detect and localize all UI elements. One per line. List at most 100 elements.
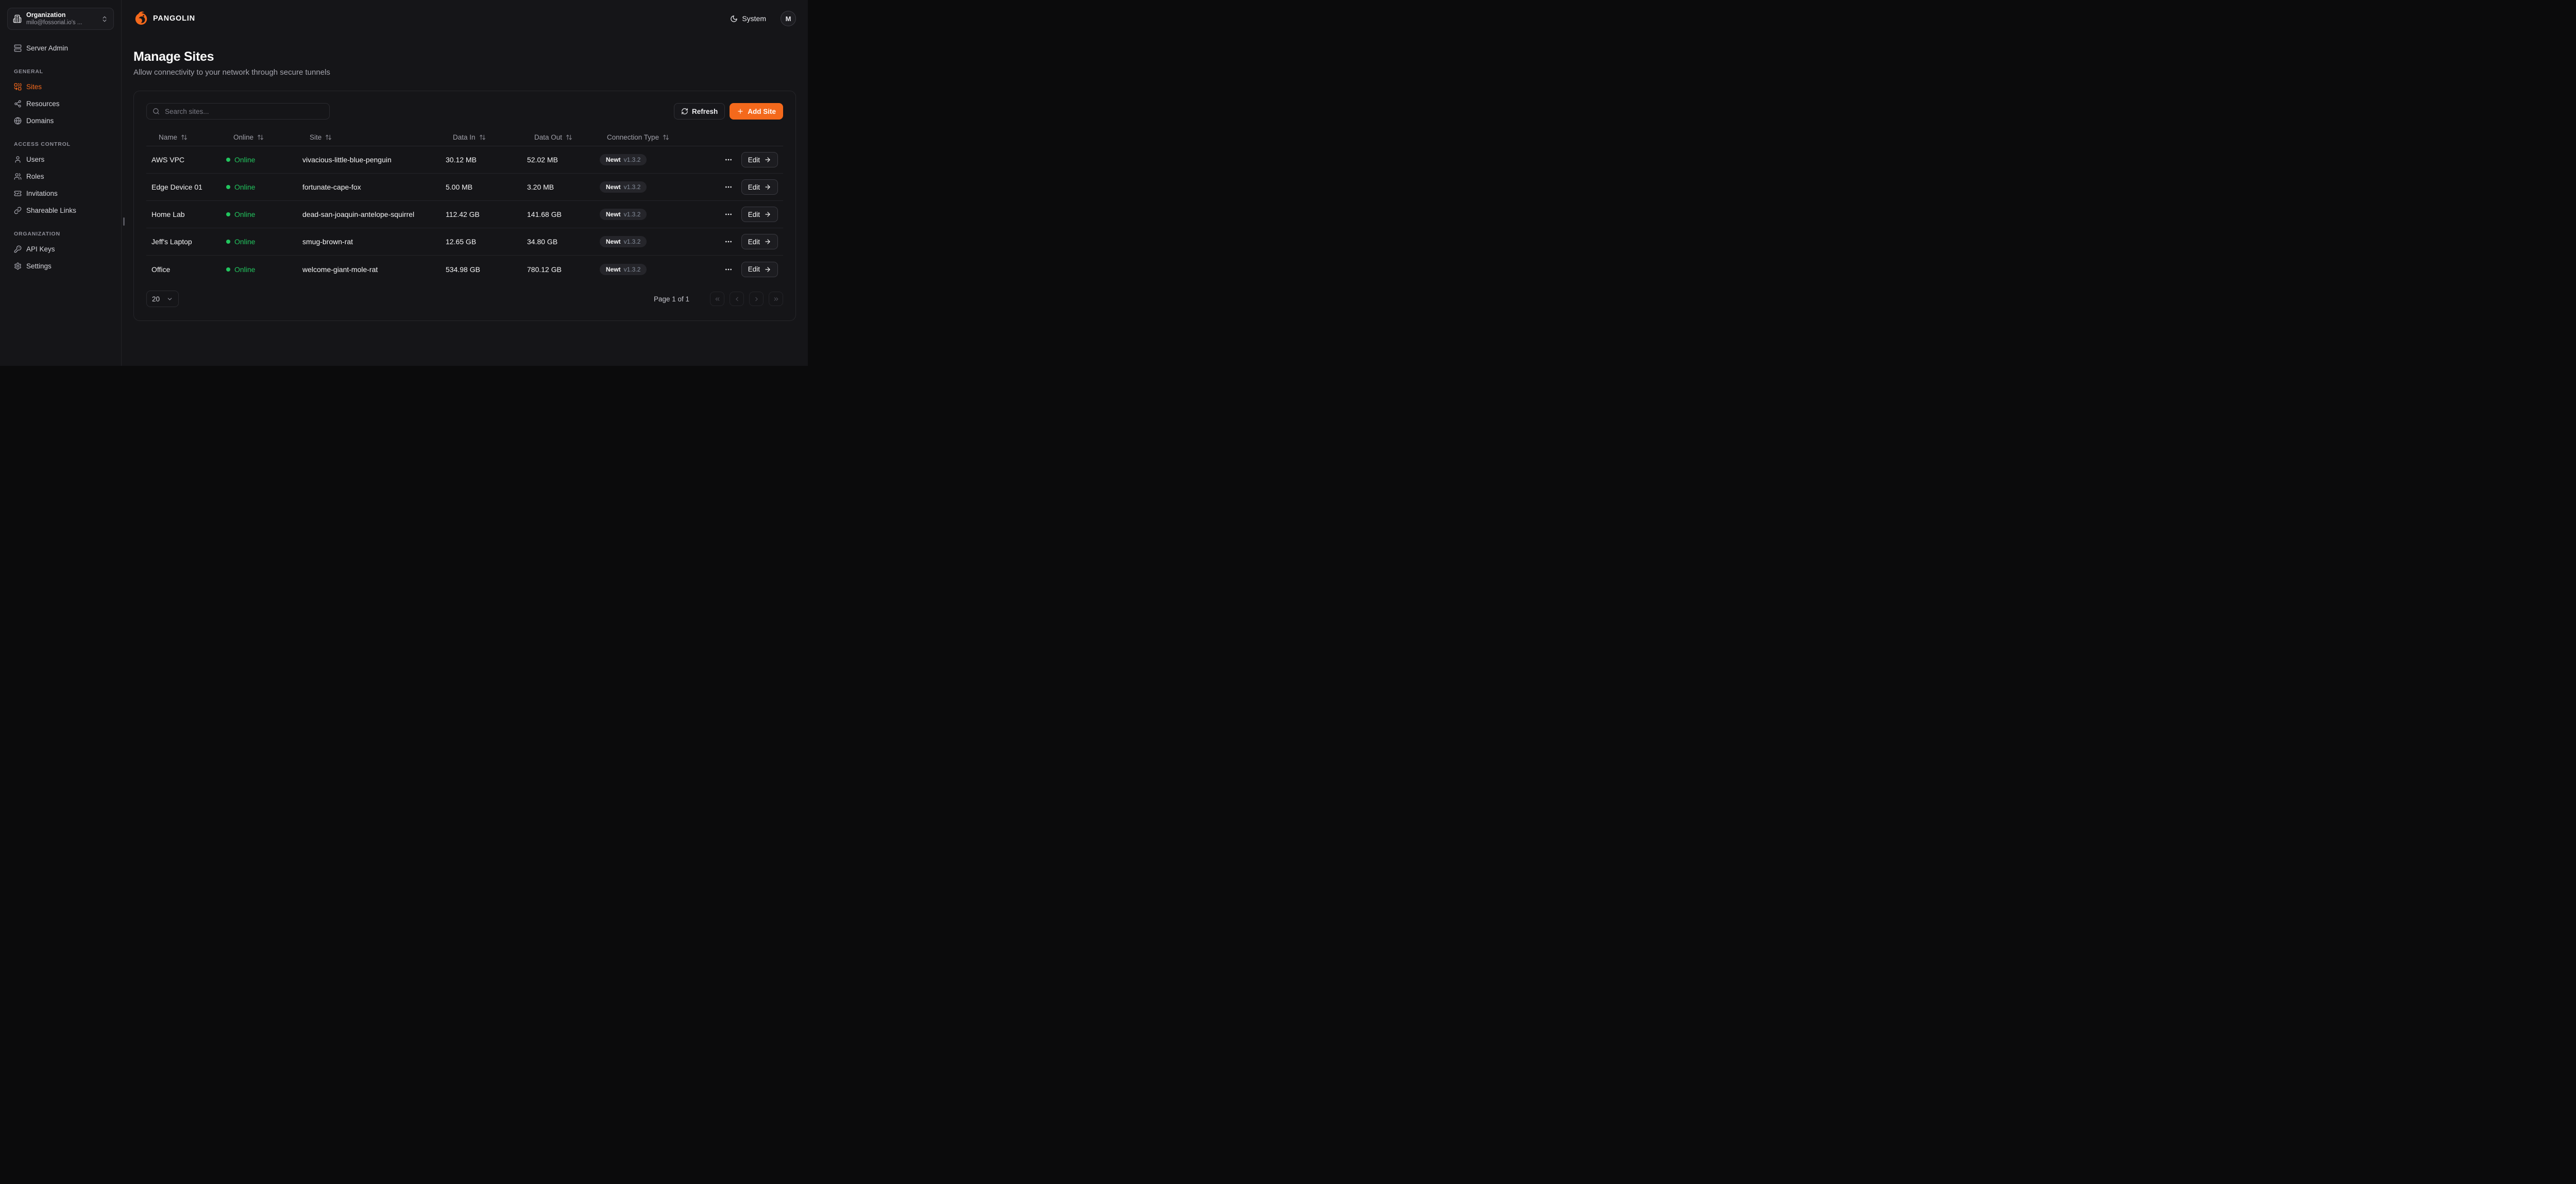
- site-name-cell: Office: [151, 265, 226, 274]
- ellipsis-icon: [724, 210, 733, 218]
- organization-label: Organization: [26, 11, 96, 20]
- sites-table: Name Online Site Data In Data Out Connec…: [146, 129, 783, 283]
- building-icon: [13, 14, 22, 23]
- site-tunnel-cell: welcome-giant-mole-rat: [302, 265, 446, 274]
- connection-type-label: Newt: [606, 266, 621, 273]
- data-in-cell: 30.12 MB: [446, 156, 527, 164]
- site-tunnel-cell: smug-brown-rat: [302, 238, 446, 246]
- edit-button[interactable]: Edit: [741, 207, 778, 222]
- column-header-data-out[interactable]: Data Out: [527, 133, 600, 141]
- topbar: PANGOLIN System M: [133, 0, 796, 37]
- avatar[interactable]: M: [781, 11, 796, 26]
- connection-type-label: Newt: [606, 156, 621, 163]
- row-menu-button[interactable]: [723, 236, 734, 247]
- combine-icon: [14, 83, 22, 91]
- connection-version-label: v1.3.2: [624, 238, 641, 245]
- data-in-cell: 112.42 GB: [446, 210, 527, 218]
- data-out-cell: 3.20 MB: [527, 183, 600, 191]
- online-status-dot: [226, 185, 230, 189]
- chevrons-up-down-icon: [101, 15, 108, 23]
- online-status-label: Online: [234, 265, 255, 274]
- refresh-icon: [681, 108, 688, 115]
- site-name-cell: AWS VPC: [151, 156, 226, 164]
- connection-type-cell: Newt v1.3.2: [600, 154, 723, 165]
- edit-button[interactable]: Edit: [741, 234, 778, 249]
- sidebar-item-shareable-links[interactable]: Shareable Links: [7, 202, 114, 219]
- data-out-cell: 780.12 GB: [527, 265, 600, 274]
- sidebar-item-sites[interactable]: Sites: [7, 78, 114, 95]
- data-out-cell: 141.68 GB: [527, 210, 600, 218]
- connection-type-label: Newt: [606, 211, 621, 218]
- column-header-name[interactable]: Name: [151, 133, 226, 141]
- sidebar-item-roles[interactable]: Roles: [7, 168, 114, 185]
- sidebar-item-api-keys[interactable]: API Keys: [7, 241, 114, 258]
- online-status-label: Online: [234, 238, 255, 246]
- row-menu-button[interactable]: [723, 209, 734, 219]
- page-info: Page 1 of 1: [654, 295, 689, 303]
- sidebar-item-settings[interactable]: Settings: [7, 258, 114, 275]
- refresh-button[interactable]: Refresh: [674, 103, 725, 120]
- share-icon: [14, 100, 22, 108]
- online-status-dot: [226, 158, 230, 162]
- column-header-connection-type[interactable]: Connection Type: [600, 133, 723, 141]
- sidebar: Organization milo@fossorial.io's ... Ser…: [0, 0, 122, 366]
- main-content: PANGOLIN System M Manage Sites Allow con…: [122, 0, 808, 366]
- add-site-button[interactable]: Add Site: [730, 103, 783, 120]
- site-name-cell: Edge Device 01: [151, 183, 226, 191]
- table-row: Edge Device 01 Online fortunate-cape-fox…: [146, 174, 783, 201]
- data-in-cell: 5.00 MB: [446, 183, 527, 191]
- sidebar-item-server-admin[interactable]: Server Admin: [7, 40, 114, 57]
- theme-label: System: [742, 14, 766, 23]
- connection-type-badge: Newt v1.3.2: [600, 181, 647, 193]
- first-page-button[interactable]: [710, 292, 724, 306]
- last-page-button[interactable]: [769, 292, 783, 306]
- sort-icon: [181, 134, 188, 141]
- sidebar-section-access-control: ACCESS CONTROL: [14, 141, 107, 147]
- site-tunnel-cell: fortunate-cape-fox: [302, 183, 446, 191]
- next-page-button[interactable]: [749, 292, 764, 306]
- app-root: Organization milo@fossorial.io's ... Ser…: [0, 0, 808, 366]
- online-status-dot: [226, 267, 230, 272]
- connection-type-cell: Newt v1.3.2: [600, 209, 723, 220]
- sidebar-nav: Server Admin GENERAL Sites Resources Dom…: [7, 40, 114, 275]
- row-menu-button[interactable]: [723, 155, 734, 165]
- organization-switcher[interactable]: Organization milo@fossorial.io's ...: [7, 8, 114, 30]
- brand-name: PANGOLIN: [153, 14, 195, 23]
- sort-icon: [257, 134, 264, 141]
- search-input[interactable]: [164, 107, 324, 116]
- site-status-cell: Online: [226, 156, 302, 164]
- sidebar-item-users[interactable]: Users: [7, 151, 114, 168]
- brand: PANGOLIN: [133, 11, 195, 26]
- chevron-right-icon: [753, 296, 760, 302]
- page-size-select[interactable]: 20: [146, 291, 179, 307]
- arrow-right-icon: [764, 238, 771, 245]
- previous-page-button[interactable]: [730, 292, 744, 306]
- edit-button[interactable]: Edit: [741, 152, 778, 167]
- sidebar-item-domains[interactable]: Domains: [7, 112, 114, 129]
- pangolin-logo-icon: [133, 11, 149, 26]
- edit-button[interactable]: Edit: [741, 262, 778, 277]
- connection-type-badge: Newt v1.3.2: [600, 209, 647, 220]
- user-icon: [14, 156, 22, 163]
- search-box: [146, 103, 330, 120]
- column-header-data-in[interactable]: Data In: [446, 133, 527, 141]
- sidebar-section-organization: ORGANIZATION: [14, 231, 107, 237]
- arrow-right-icon: [764, 183, 771, 191]
- connection-type-cell: Newt v1.3.2: [600, 236, 723, 247]
- edit-button[interactable]: Edit: [741, 179, 778, 195]
- column-header-online[interactable]: Online: [226, 133, 302, 141]
- theme-toggle[interactable]: System: [727, 14, 769, 23]
- globe-icon: [14, 117, 22, 125]
- data-out-cell: 34.80 GB: [527, 238, 600, 246]
- sort-icon: [479, 134, 486, 141]
- sidebar-item-invitations[interactable]: Invitations: [7, 185, 114, 202]
- gear-icon: [14, 262, 22, 270]
- sort-icon: [325, 134, 332, 141]
- column-header-site[interactable]: Site: [302, 133, 446, 141]
- site-status-cell: Online: [226, 265, 302, 274]
- connection-type-badge: Newt v1.3.2: [600, 236, 647, 247]
- row-menu-button[interactable]: [723, 182, 734, 192]
- site-tunnel-cell: vivacious-little-blue-penguin: [302, 156, 446, 164]
- sidebar-item-resources[interactable]: Resources: [7, 95, 114, 112]
- row-menu-button[interactable]: [723, 264, 734, 275]
